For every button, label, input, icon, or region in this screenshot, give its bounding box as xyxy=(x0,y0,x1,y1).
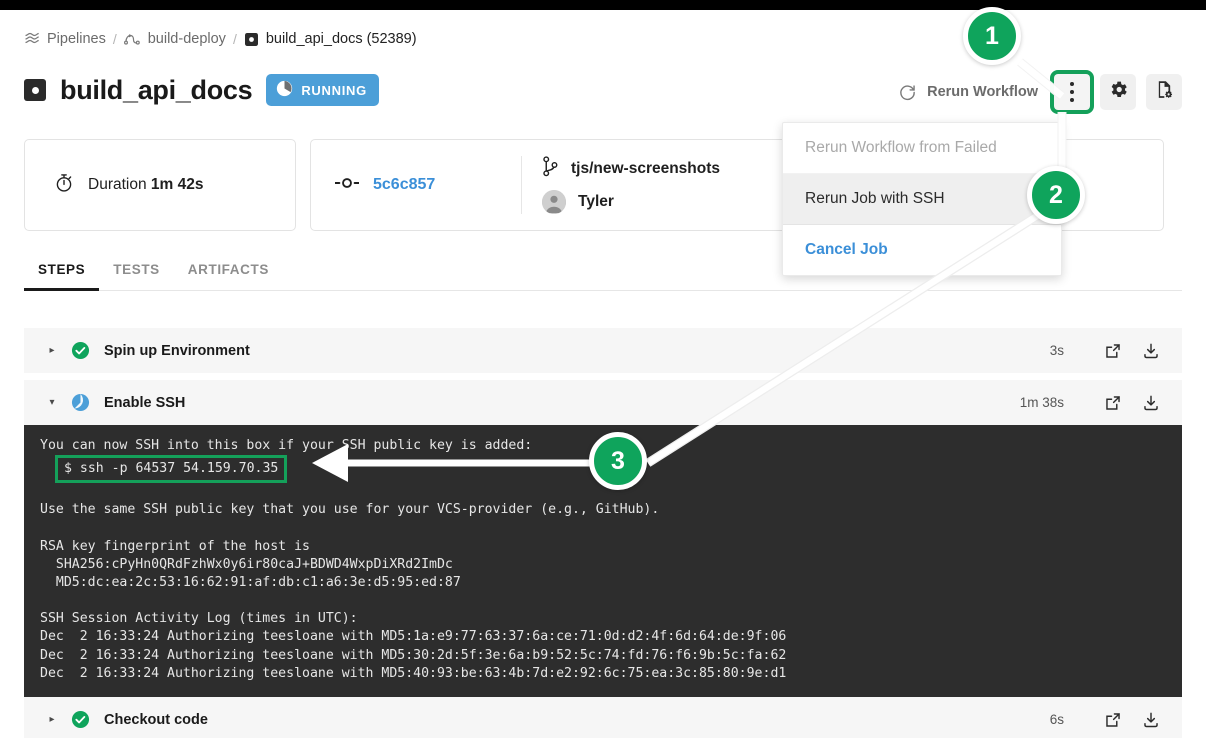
workflow-icon xyxy=(123,31,141,47)
callout-badge-2: 2 xyxy=(1027,166,1085,224)
breadcrumb: Pipelines / build-deploy / build_api_doc… xyxy=(24,31,417,47)
terminal-line-log-title: SSH Session Activity Log (times in UTC): xyxy=(40,611,358,627)
open-external-icon[interactable] xyxy=(1102,709,1124,731)
tab-tests[interactable]: TESTS xyxy=(99,262,174,290)
branch-icon xyxy=(542,156,559,182)
step-duration: 1m 38s xyxy=(1019,395,1064,410)
steps-list: ▸ Spin up Environment 3s ▾ Enable SSH 1m… xyxy=(24,328,1182,738)
callout-number: 1 xyxy=(985,21,999,50)
gear-icon xyxy=(1108,79,1129,105)
menu-item-rerun-from-failed[interactable]: Rerun Workflow from Failed xyxy=(783,123,1061,173)
running-spinner-icon xyxy=(276,80,293,100)
breadcrumb-item-build-deploy[interactable]: build-deploy xyxy=(123,31,226,47)
duration-label: Duration xyxy=(88,176,147,193)
commit-meta: tjs/new-screenshots Tyler xyxy=(542,156,720,214)
download-icon[interactable] xyxy=(1140,392,1162,414)
callout-number: 3 xyxy=(611,446,625,475)
page-root: Pipelines / build-deploy / build_api_doc… xyxy=(0,0,1206,738)
terminal-line-rsa-title: RSA key fingerprint of the host is xyxy=(40,538,310,554)
success-check-icon xyxy=(70,341,90,361)
duration-value: 1m 42s xyxy=(150,176,204,193)
tab-artifacts[interactable]: ARTIFACTS xyxy=(174,262,283,290)
duration-text: Duration 1m 42s xyxy=(88,176,203,194)
success-check-icon xyxy=(70,710,90,730)
kebab-dropdown-menu: Rerun Workflow from Failed Rerun Job wit… xyxy=(782,122,1062,276)
open-external-icon[interactable] xyxy=(1102,392,1124,414)
breadcrumb-separator: / xyxy=(112,31,117,47)
breadcrumb-label-build-deploy: build-deploy xyxy=(147,31,226,47)
top-black-bar xyxy=(0,0,1206,10)
terminal-line-intro: You can now SSH into this box if your SS… xyxy=(40,438,533,453)
card-divider xyxy=(521,156,522,214)
commit-hash[interactable]: 5c6c857 xyxy=(373,176,435,194)
status-badge: RUNNING xyxy=(266,74,379,106)
terminal-line-vcs: Use the same SSH public key that you use… xyxy=(40,502,660,518)
step-row-spin-up-environment[interactable]: ▸ Spin up Environment 3s xyxy=(24,328,1182,373)
step-duration: 6s xyxy=(1049,712,1064,728)
job-square-icon xyxy=(244,32,259,47)
branch-name: tjs/new-screenshots xyxy=(571,160,721,177)
running-spinner-step-icon xyxy=(70,393,90,413)
branch-line: tjs/new-screenshots xyxy=(542,156,720,182)
refresh-icon xyxy=(898,83,917,102)
header-actions: Rerun Workflow xyxy=(898,74,1182,110)
author-name: Tyler xyxy=(578,193,614,210)
status-badge-label: RUNNING xyxy=(301,82,367,98)
menu-item-cancel-job[interactable]: Cancel Job xyxy=(783,225,1061,275)
menu-item-label: Rerun Job with SSH xyxy=(805,190,945,207)
duration-card: Duration 1m 42s xyxy=(24,139,296,231)
callout-badge-1: 1 xyxy=(963,7,1021,65)
terminal-log-line: Dec 2 16:33:24 Authorizing teesloane wit… xyxy=(40,647,787,663)
terminal-log-line: Dec 2 16:33:24 Authorizing teesloane wit… xyxy=(40,629,787,645)
breadcrumb-separator-2: / xyxy=(232,31,237,47)
kebab-menu-button[interactable] xyxy=(1054,74,1090,110)
job-square-icon-large xyxy=(24,79,46,101)
open-external-icon[interactable] xyxy=(1102,340,1124,362)
callout-badge-3: 3 xyxy=(589,432,647,490)
settings-button[interactable] xyxy=(1100,74,1136,110)
chevron-right-icon[interactable]: ▸ xyxy=(46,714,58,725)
avatar xyxy=(542,190,566,214)
rerun-job-with-ssh-menu-item[interactable]: Rerun Job with SSH xyxy=(783,173,1061,225)
ssh-command-highlight[interactable]: $ ssh -p 64537 54.159.70.35 xyxy=(58,458,284,480)
terminal-line-sha256: SHA256:cPyHn0QRdFzhWx0y6ir80caJ+BDWD4Wxp… xyxy=(40,556,453,572)
kebab-icon xyxy=(1070,82,1074,102)
rerun-workflow-label: Rerun Workflow xyxy=(927,84,1038,100)
author-line: Tyler xyxy=(542,190,720,214)
step-name: Enable SSH xyxy=(104,394,186,411)
commit-icon xyxy=(334,176,360,195)
step-name: Checkout code xyxy=(104,711,208,728)
menu-item-label: Rerun Workflow from Failed xyxy=(805,139,997,156)
breadcrumb-label-pipelines: Pipelines xyxy=(47,31,106,47)
step-duration: 3s xyxy=(1049,343,1064,358)
rerun-workflow-button[interactable]: Rerun Workflow xyxy=(898,83,1044,102)
step-name: Spin up Environment xyxy=(104,342,250,359)
breadcrumb-item-job[interactable]: build_api_docs (52389) xyxy=(244,31,417,47)
stopwatch-icon xyxy=(53,172,75,199)
download-icon[interactable] xyxy=(1140,709,1162,731)
page-title: build_api_docs xyxy=(60,74,253,105)
callout-number: 2 xyxy=(1049,180,1063,209)
pipelines-icon xyxy=(24,31,40,47)
title-row: build_api_docs RUNNING xyxy=(24,74,379,106)
document-gear-icon xyxy=(1154,79,1175,105)
menu-item-label: Cancel Job xyxy=(805,241,888,258)
tab-steps-label: STEPS xyxy=(38,262,86,277)
chevron-right-icon[interactable]: ▸ xyxy=(46,345,58,356)
step-row-checkout-code[interactable]: ▸ Checkout code 6s xyxy=(24,697,1182,738)
terminal-line-md5: MD5:dc:ea:2c:53:16:62:91:af:db:c1:a6:3e:… xyxy=(40,575,461,591)
breadcrumb-item-pipelines[interactable]: Pipelines xyxy=(24,31,106,47)
step-row-enable-ssh[interactable]: ▾ Enable SSH 1m 38s xyxy=(24,380,1182,425)
tab-artifacts-label: ARTIFACTS xyxy=(187,262,269,277)
terminal-log-line: Dec 2 16:33:24 Authorizing teesloane wit… xyxy=(40,665,787,681)
job-config-button[interactable] xyxy=(1146,74,1182,110)
breadcrumb-label-job: build_api_docs (52389) xyxy=(265,31,417,47)
commit-hash-group[interactable]: 5c6c857 xyxy=(334,176,515,195)
download-icon[interactable] xyxy=(1140,340,1162,362)
tab-steps[interactable]: STEPS xyxy=(24,262,100,291)
chevron-down-icon[interactable]: ▾ xyxy=(46,397,58,408)
tab-tests-label: TESTS xyxy=(113,262,160,277)
